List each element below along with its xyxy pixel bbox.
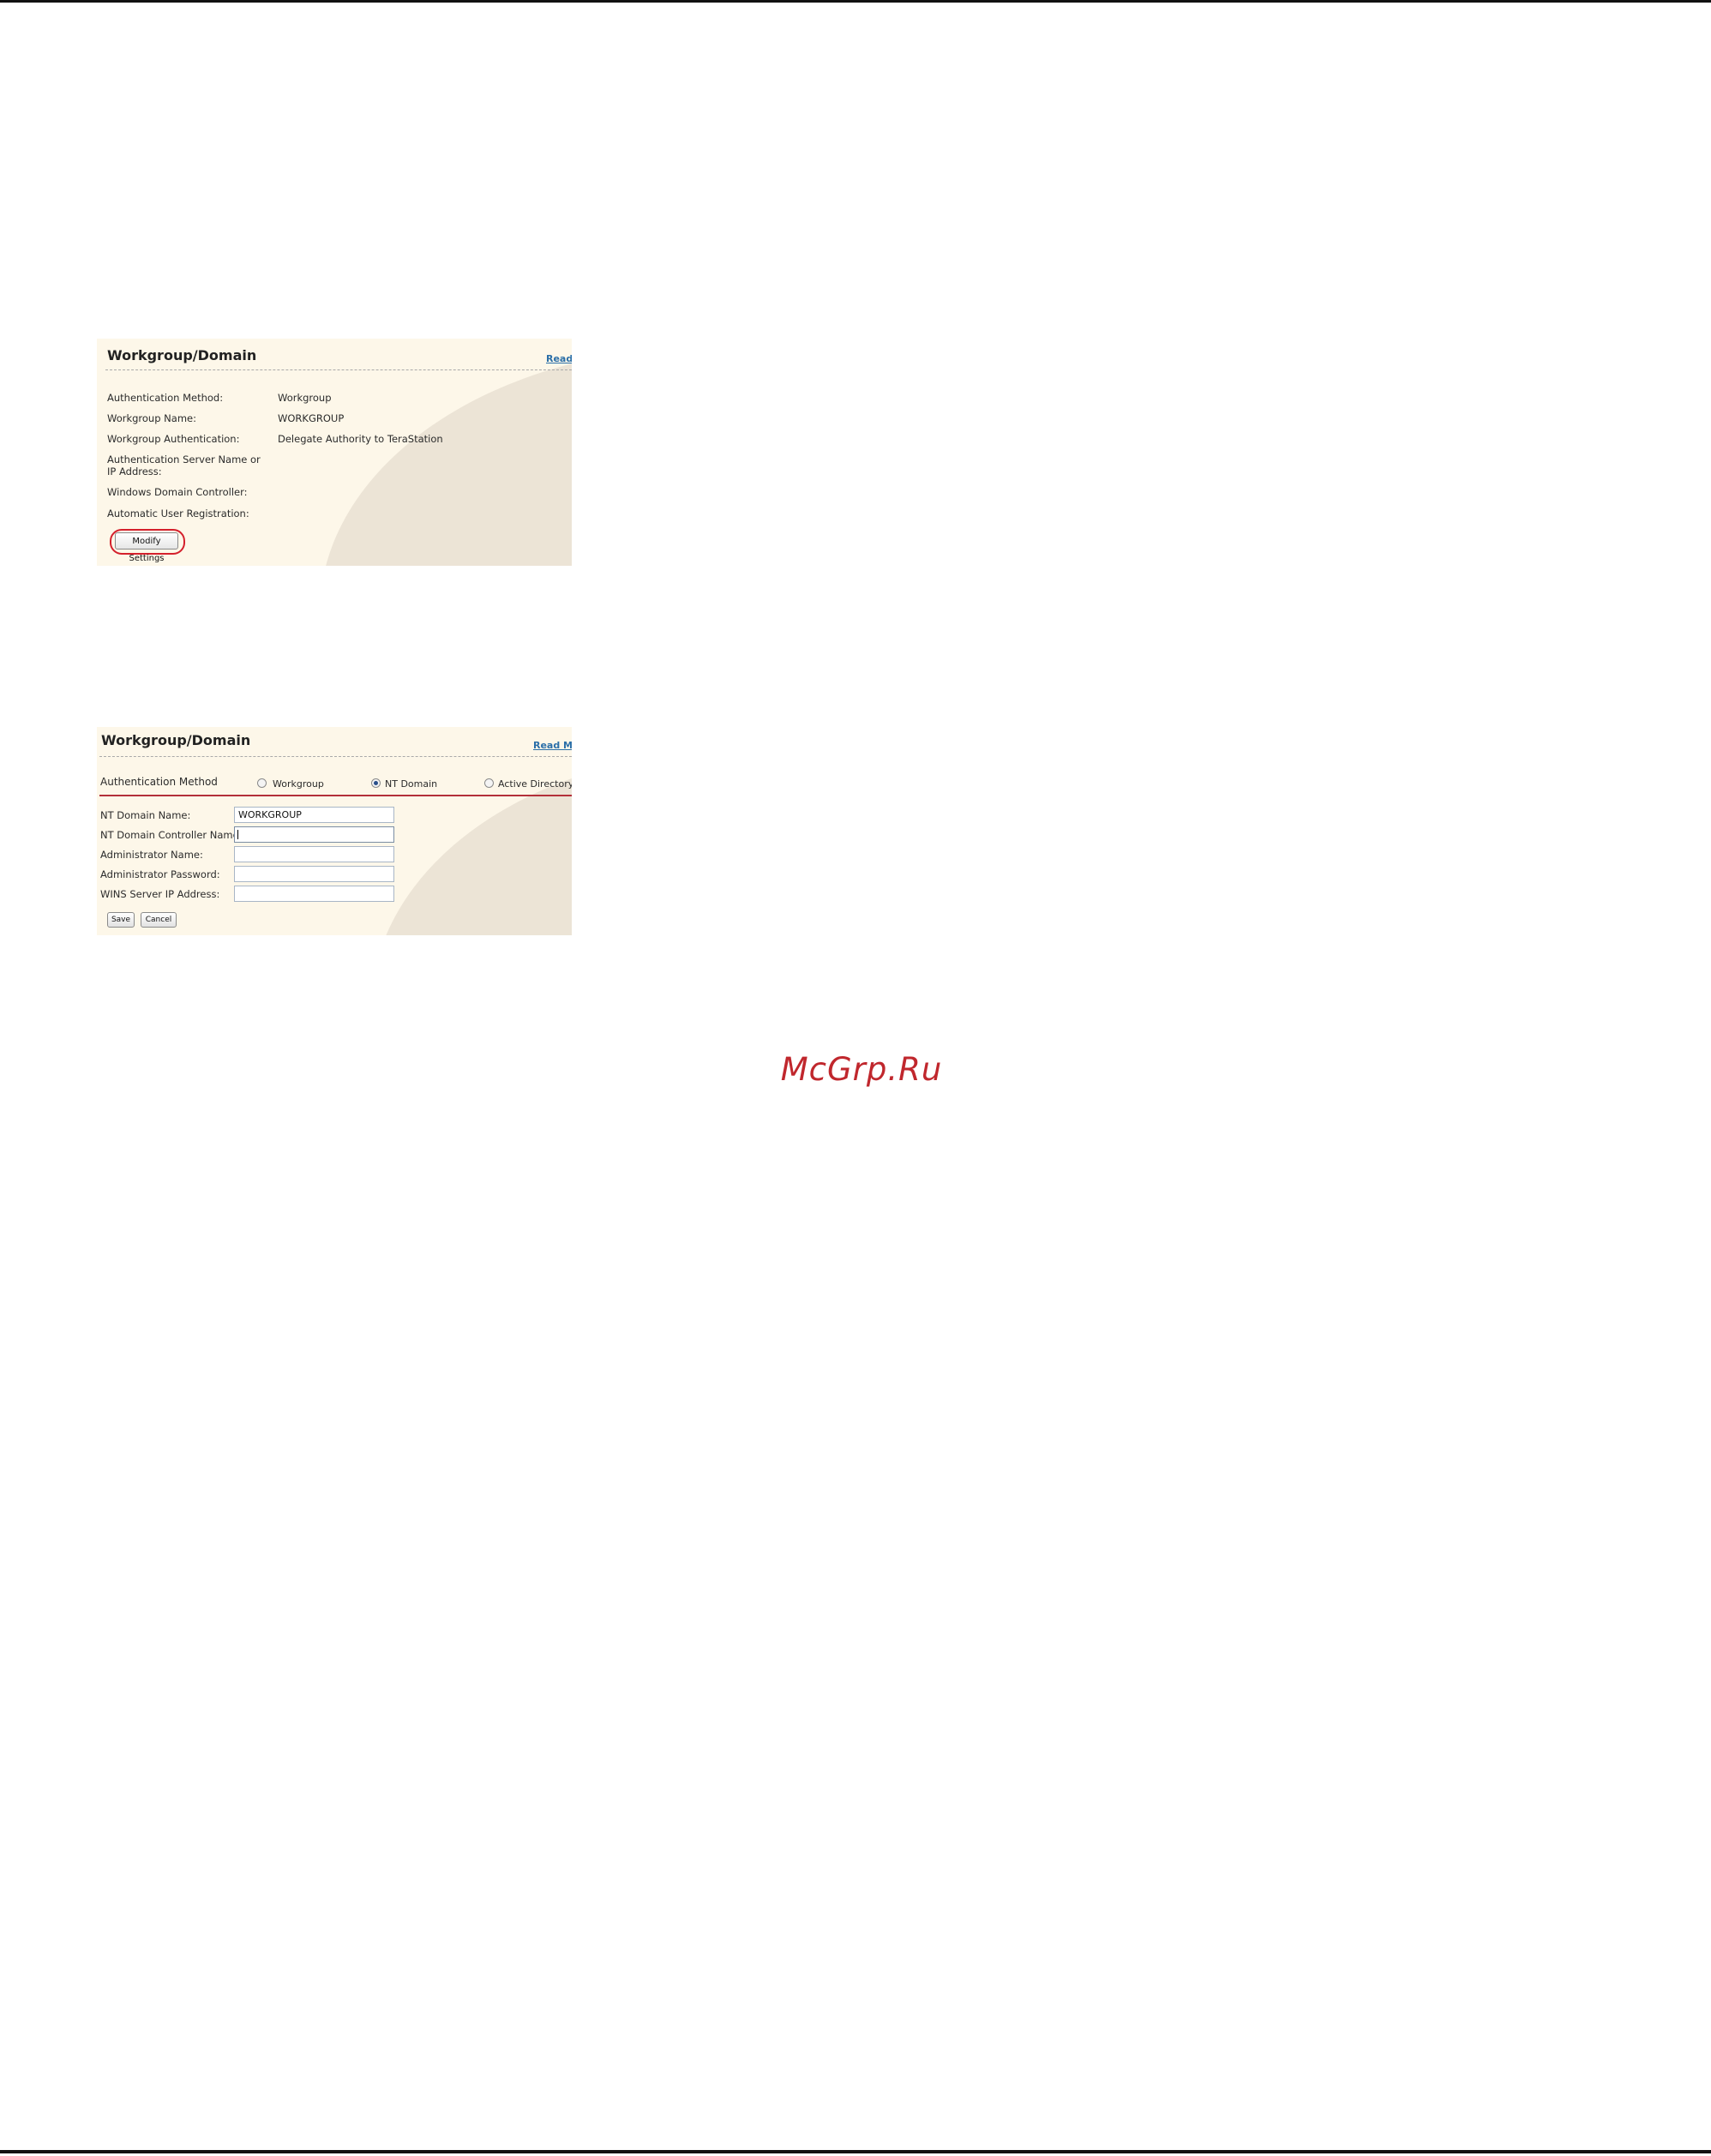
workgroup-name-label: Workgroup Name:: [107, 412, 196, 424]
workgroup-authentication-label: Workgroup Authentication:: [107, 433, 240, 445]
nt-domain-controller-name-input[interactable]: [234, 826, 394, 843]
workgroup-domain-summary-panel: Workgroup/Domain Read Authentication Met…: [97, 339, 572, 566]
read-more-link[interactable]: Read Mo: [533, 740, 572, 751]
workgroup-radio[interactable]: [257, 778, 267, 788]
nt-domain-radio-label[interactable]: NT Domain: [385, 778, 437, 790]
top-rule: [0, 0, 1711, 3]
administrator-password-label: Administrator Password:: [100, 868, 220, 880]
nt-domain-name-input[interactable]: WORKGROUP: [234, 807, 394, 823]
nt-domain-name-label: NT Domain Name:: [100, 809, 191, 821]
authentication-method-label: Authentication Method: [100, 776, 218, 788]
title-divider: [99, 756, 572, 757]
panel-title: Workgroup/Domain: [107, 347, 257, 363]
cancel-button[interactable]: Cancel: [141, 912, 177, 928]
workgroup-authentication-value: Delegate Authority to TeraStation: [278, 433, 443, 445]
workgroup-name-value: WORKGROUP: [278, 412, 345, 424]
wins-server-ip-input[interactable]: [234, 886, 394, 902]
text-caret: [237, 830, 238, 839]
wins-server-ip-label: WINS Server IP Address:: [100, 888, 220, 900]
panel-title: Workgroup/Domain: [101, 732, 251, 748]
administrator-password-input[interactable]: [234, 866, 394, 882]
title-divider: [105, 369, 572, 370]
authentication-method-value: Workgroup: [278, 392, 332, 404]
windows-domain-controller-label: Windows Domain Controller:: [107, 486, 248, 498]
workgroup-domain-settings-panel: Workgroup/Domain Read Mo Authentication …: [97, 727, 572, 935]
nt-domain-controller-name-label: NT Domain Controller Name:: [100, 829, 243, 841]
save-button[interactable]: Save: [107, 912, 135, 928]
modify-settings-button[interactable]: Modify Settings: [115, 532, 178, 563]
read-more-link[interactable]: Read: [546, 353, 572, 364]
workgroup-radio-label[interactable]: Workgroup: [273, 778, 324, 790]
automatic-user-registration-label: Automatic User Registration:: [107, 507, 249, 519]
bottom-rule: [0, 2150, 1711, 2153]
nt-domain-radio[interactable]: [371, 778, 381, 788]
administrator-name-input[interactable]: [234, 846, 394, 862]
authentication-method-label: Authentication Method:: [107, 392, 224, 404]
panel-background-swoosh: [320, 347, 572, 566]
active-directory-radio[interactable]: [484, 778, 494, 788]
authentication-method-separator: [99, 795, 572, 796]
authentication-server-label: Authentication Server Name or IP Address…: [107, 453, 261, 477]
watermark-text: McGrp.Ru: [780, 1051, 943, 1088]
active-directory-radio-label[interactable]: Active Directory: [498, 778, 572, 790]
administrator-name-label: Administrator Name:: [100, 849, 203, 861]
